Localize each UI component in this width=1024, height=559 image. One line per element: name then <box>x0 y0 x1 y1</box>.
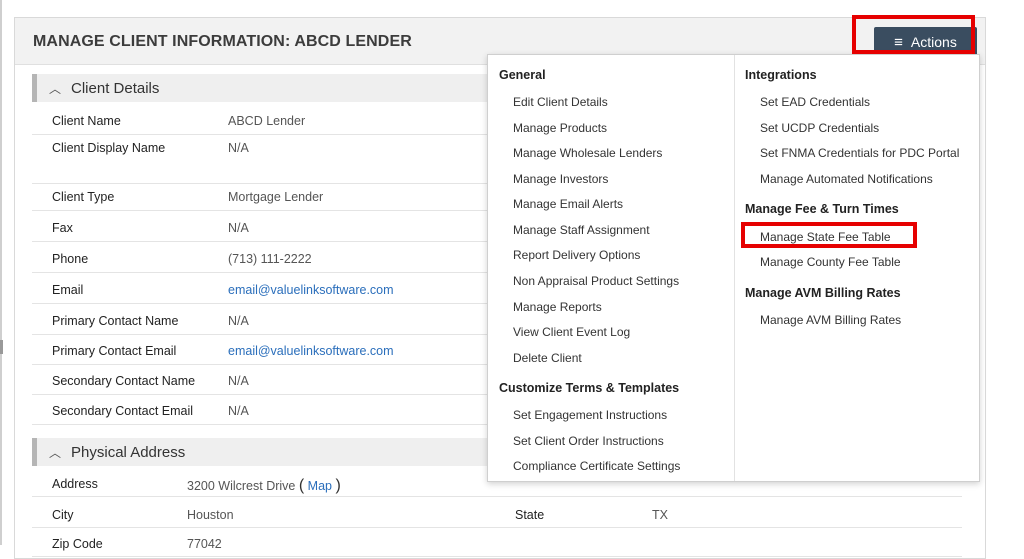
window-left-marker <box>0 340 3 354</box>
table-row: Secondary Contact Email N/A <box>32 398 487 425</box>
menu-item-set-ead-credentials[interactable]: Set EAD Credentials <box>760 95 870 109</box>
city-label: City <box>52 508 74 522</box>
row-value: (713) 111-2222 <box>228 252 312 266</box>
menu-item-manage-state-fee-table[interactable]: Manage State Fee Table <box>760 230 891 244</box>
row-label: Email <box>52 283 84 297</box>
address-value-wrap: 3200 Wilcrest Drive ( Map ) <box>187 477 341 495</box>
actions-label: Actions <box>910 34 957 50</box>
menu-column-divider <box>734 55 735 481</box>
menu-item-report-delivery-options[interactable]: Report Delivery Options <box>513 248 640 262</box>
row-label: Client Type <box>52 190 115 204</box>
row-label: Fax <box>52 221 73 235</box>
state-label: State <box>515 508 545 522</box>
window-left-edge <box>0 0 2 545</box>
menu-item-compliance-certificate-settings[interactable]: Compliance Certificate Settings <box>513 459 680 473</box>
table-row: City Houston State TX <box>32 503 962 528</box>
menu-group-avm-billing-rates: Manage AVM Billing Rates <box>745 286 901 300</box>
table-row: Client Type Mortgage Lender <box>32 184 487 211</box>
row-value: N/A <box>228 374 249 388</box>
physical-address-header[interactable]: ︿ Physical Address <box>32 438 487 466</box>
client-details-title: Client Details <box>71 79 160 97</box>
menu-group-general: General <box>499 68 546 82</box>
menu-group-integrations: Integrations <box>745 68 817 82</box>
table-row: Primary Contact Email email@valuelinksof… <box>32 338 487 365</box>
paren-close: ) <box>335 477 341 494</box>
row-value: ABCD Lender <box>228 114 306 128</box>
menu-group-fee-turn-times: Manage Fee & Turn Times <box>745 202 899 216</box>
menu-item-manage-staff-assignment[interactable]: Manage Staff Assignment <box>513 223 650 237</box>
physical-address-title: Physical Address <box>71 443 186 461</box>
menu-item-manage-products[interactable]: Manage Products <box>513 121 607 135</box>
menu-item-manage-reports[interactable]: Manage Reports <box>513 300 602 314</box>
address-label: Address <box>52 477 98 491</box>
table-row: Phone (713) 111-2222 <box>32 246 487 273</box>
chevron-up-icon: ︿ <box>49 81 62 96</box>
row-label: Phone <box>52 252 89 266</box>
menu-item-manage-email-alerts[interactable]: Manage Email Alerts <box>513 197 623 211</box>
row-value: N/A <box>228 221 249 235</box>
actions-dropdown-menu: General Edit Client Details Manage Produ… <box>487 54 980 482</box>
row-label: Secondary Contact Email <box>52 404 194 418</box>
menu-item-set-ucdp-credentials[interactable]: Set UCDP Credentials <box>760 121 879 135</box>
email-link[interactable]: email@valuelinksoftware.com <box>228 283 394 297</box>
menu-item-edit-client-details[interactable]: Edit Client Details <box>513 95 608 109</box>
chevron-up-icon: ︿ <box>49 445 62 460</box>
map-link[interactable]: Map <box>308 479 332 493</box>
table-row: Secondary Contact Name N/A <box>32 368 487 395</box>
row-label: Primary Contact Name <box>52 314 179 328</box>
table-row: Client Name ABCD Lender <box>32 108 487 135</box>
row-value: N/A <box>228 141 249 155</box>
city-value: Houston <box>187 508 234 522</box>
zip-label: Zip Code <box>52 537 103 551</box>
menu-item-manage-wholesale-lenders[interactable]: Manage Wholesale Lenders <box>513 146 662 160</box>
address-value: 3200 Wilcrest Drive <box>187 479 296 493</box>
table-row: Client Display Name N/A <box>32 135 487 184</box>
table-row: Primary Contact Name N/A <box>32 308 487 335</box>
menu-group-customize: Customize Terms & Templates <box>499 381 680 395</box>
page-title: MANAGE CLIENT INFORMATION: ABCD LENDER <box>33 33 412 50</box>
menu-item-set-client-order-instructions[interactable]: Set Client Order Instructions <box>513 434 664 448</box>
row-label: Client Name <box>52 114 121 128</box>
state-value: TX <box>652 508 668 522</box>
menu-item-manage-county-fee-table[interactable]: Manage County Fee Table <box>760 255 901 269</box>
row-label: Client Display Name <box>52 141 166 155</box>
primary-email-link[interactable]: email@valuelinksoftware.com <box>228 344 394 358</box>
menu-item-manage-avm-billing-rates[interactable]: Manage AVM Billing Rates <box>760 313 901 327</box>
menu-item-manage-investors[interactable]: Manage Investors <box>513 172 608 186</box>
menu-item-view-client-event-log[interactable]: View Client Event Log <box>513 325 630 339</box>
row-label: Primary Contact Email <box>52 344 177 358</box>
actions-button[interactable]: ≡ Actions <box>874 27 977 57</box>
menu-item-set-engagement-instructions[interactable]: Set Engagement Instructions <box>513 408 667 422</box>
row-value: N/A <box>228 314 249 328</box>
menu-item-manage-automated-notifications[interactable]: Manage Automated Notifications <box>760 172 933 186</box>
row-value: N/A <box>228 404 249 418</box>
menu-item-delete-client[interactable]: Delete Client <box>513 351 582 365</box>
paren-open: ( <box>298 477 305 494</box>
client-details-header[interactable]: ︿ Client Details <box>32 74 487 102</box>
zip-value: 77042 <box>187 537 222 551</box>
table-row: Fax N/A <box>32 215 487 242</box>
table-row: Email email@valuelinksoftware.com <box>32 277 487 304</box>
menu-item-non-appraisal-product-settings[interactable]: Non Appraisal Product Settings <box>513 274 679 288</box>
hamburger-icon: ≡ <box>894 33 903 51</box>
menu-item-set-fnma-credentials[interactable]: Set FNMA Credentials for PDC Portal <box>760 146 959 160</box>
row-value: Mortgage Lender <box>228 190 324 204</box>
row-label: Secondary Contact Name <box>52 374 196 388</box>
